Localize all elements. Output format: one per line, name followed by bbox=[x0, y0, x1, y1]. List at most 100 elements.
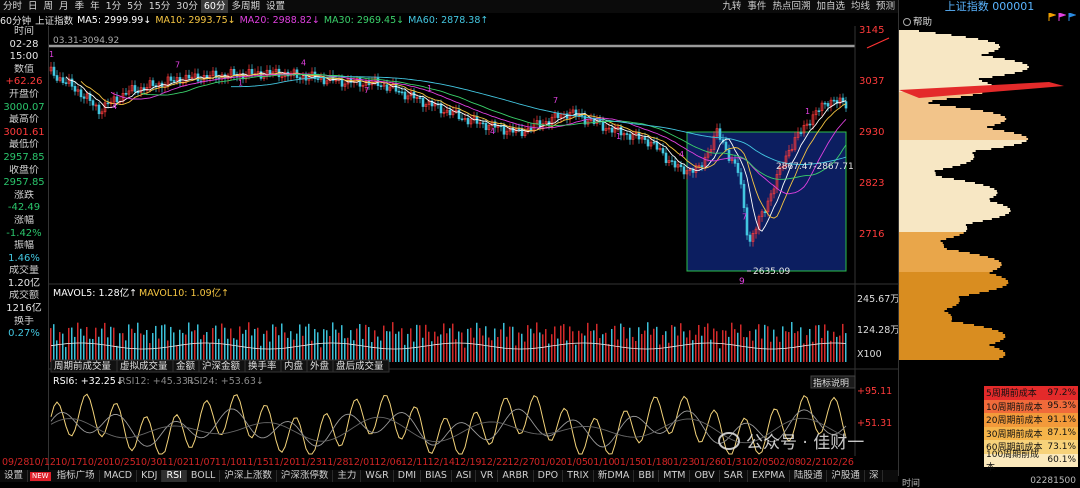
cost-row[interactable]: 30周期前成本 87.1% bbox=[984, 426, 1078, 440]
indicator-tab[interactable]: OBV bbox=[690, 470, 720, 482]
indicator-tab[interactable]: EXPMA bbox=[748, 470, 790, 482]
period-tab-5m[interactable]: 5分 bbox=[124, 0, 146, 13]
indicator-help-label[interactable]: 指标说明 bbox=[813, 377, 849, 389]
indicator-tab[interactable]: ARBR bbox=[498, 470, 534, 482]
chip-bar bbox=[899, 264, 1002, 266]
chip-bar bbox=[899, 124, 995, 126]
ma30-label[interactable]: MA30: 2969.45↓ bbox=[324, 15, 404, 26]
period-tab-multi[interactable]: 多周期 bbox=[228, 0, 263, 13]
period-tab-settings[interactable]: 设置 bbox=[263, 0, 288, 13]
volume-bar bbox=[668, 342, 670, 362]
indicator-tab[interactable]: 陆股通 bbox=[790, 470, 828, 482]
date-tick: 10/30 bbox=[135, 457, 163, 468]
indicator-tab[interactable]: 深 bbox=[865, 470, 884, 482]
cost-row[interactable]: 100周期前成本 60.1% bbox=[984, 450, 1078, 473]
volume-bar bbox=[281, 323, 283, 362]
chip-bar bbox=[899, 72, 1015, 74]
quote-info-panel: 时间 02-28 15:00 数值 +62.26 开盘价 3000.07 最高价… bbox=[0, 26, 49, 481]
chip-bar bbox=[899, 214, 1006, 216]
volume-bar bbox=[470, 327, 472, 362]
chip-bar bbox=[899, 102, 929, 104]
period-tab-year[interactable]: 年 bbox=[87, 0, 103, 13]
cost-row[interactable]: 10周期前成本 95.3% bbox=[984, 399, 1078, 413]
chip-bar bbox=[899, 210, 1011, 212]
period-tab-15m[interactable]: 15分 bbox=[146, 0, 174, 13]
indicator-tab[interactable]: W&R bbox=[361, 470, 394, 482]
ma20-label[interactable]: MA20: 2988.82↓ bbox=[240, 15, 320, 26]
flag-icon-2[interactable] bbox=[1058, 13, 1066, 21]
chip-bar bbox=[899, 326, 984, 328]
indicator-tab[interactable]: ASI bbox=[452, 470, 477, 482]
flag-icon-3[interactable] bbox=[1068, 13, 1076, 21]
help-link[interactable]: 帮助 bbox=[899, 14, 932, 28]
volume-bar bbox=[248, 322, 250, 362]
volume-tab-label[interactable]: 内盘 bbox=[284, 360, 304, 372]
volume-tab-label[interactable]: 换手率 bbox=[248, 360, 277, 372]
volume-bar bbox=[137, 322, 139, 362]
volume-tab-label[interactable]: 周期前成交量 bbox=[54, 360, 112, 372]
chip-bar bbox=[899, 270, 993, 272]
volume-tab-label[interactable]: 虚拟成交量 bbox=[120, 360, 168, 372]
indicator-tab[interactable]: BBI bbox=[634, 470, 660, 482]
cost-row[interactable]: 20周期前成本 91.1% bbox=[984, 413, 1078, 427]
ma5-label[interactable]: MA5: 2999.99↓ bbox=[77, 15, 151, 26]
indicator-tab[interactable]: VR bbox=[476, 470, 499, 482]
hotspot-button[interactable]: 热点回溯 bbox=[769, 0, 813, 13]
volume-tab-label[interactable]: 外盘 bbox=[310, 360, 330, 372]
volume-bar bbox=[164, 324, 166, 362]
period-tab-fenshi[interactable]: 分时 bbox=[0, 0, 25, 13]
chip-bar bbox=[899, 156, 975, 158]
indicator-tab[interactable]: BIAS bbox=[421, 470, 452, 482]
indicator-tab[interactable]: DPO bbox=[534, 470, 564, 482]
indicator-tab[interactable]: 新DMA bbox=[594, 470, 635, 482]
jiuzhuan-button[interactable]: 九转 bbox=[719, 0, 744, 13]
indicator-tab[interactable]: RSI bbox=[162, 470, 187, 482]
low-value: 2957.85 bbox=[3, 151, 45, 163]
indicator-settings-tab[interactable]: 设置 bbox=[0, 470, 29, 482]
td-number: 4 bbox=[112, 102, 117, 111]
volume-tab-label[interactable]: 盘后成交量 bbox=[336, 360, 384, 372]
period-tab-60m[interactable]: 60分 bbox=[200, 0, 229, 13]
indicator-tab-strip: 设置 NEW 指标广场 MACD KDJ RSI BOLL 沪深上涨数 沪深涨停数 主力 W&R… bbox=[0, 470, 898, 482]
period-tab-day[interactable]: 日 bbox=[25, 0, 41, 13]
indicator-tab[interactable]: DMI bbox=[394, 470, 422, 482]
period-tab-30m[interactable]: 30分 bbox=[173, 0, 201, 13]
ma-button[interactable]: 均线 bbox=[848, 0, 873, 13]
flag-icon-1[interactable] bbox=[1048, 13, 1056, 21]
period-tab-1m[interactable]: 1分 bbox=[103, 0, 125, 13]
indicator-tab[interactable]: 沪股通 bbox=[827, 470, 865, 482]
indicator-tab[interactable]: 指标广场 bbox=[53, 470, 100, 482]
cost-row-value: 95.3% bbox=[1047, 401, 1076, 412]
chart-area[interactable]: 03.31-3094.92 3145 3037 2930 2823 2716 1 4 7 1 4… bbox=[49, 26, 898, 456]
ma10-label[interactable]: MA10: 2993.75↓ bbox=[155, 15, 235, 26]
cost-row-value: 97.2% bbox=[1047, 387, 1076, 398]
indicator-items: 指标广场 MACD KDJ RSI BOLL 沪深上涨数 沪深涨停数 主力 W&R DMI BIAS… bbox=[53, 470, 884, 482]
period-tab-week[interactable]: 周 bbox=[41, 0, 57, 13]
period-tab-month[interactable]: 月 bbox=[56, 0, 72, 13]
volume-tab-label[interactable]: 金额 bbox=[176, 360, 196, 372]
candle-body bbox=[799, 132, 803, 134]
indicator-tab[interactable]: TRIX bbox=[563, 470, 594, 482]
indicator-tab[interactable]: 主力 bbox=[333, 470, 362, 482]
cost-row[interactable]: 5周期前成本 97.2% bbox=[984, 386, 1078, 400]
volume-bar bbox=[800, 327, 802, 362]
volume-bar bbox=[737, 332, 739, 362]
mavol5-label: MAVOL5: 1.28亿↑ bbox=[53, 287, 137, 299]
forecast-button[interactable]: 预测 bbox=[873, 0, 898, 13]
ma60-label[interactable]: MA60: 2878.38↑ bbox=[408, 15, 488, 26]
volume-bar bbox=[185, 334, 187, 362]
events-button[interactable]: 事件 bbox=[744, 0, 769, 13]
indicator-tab[interactable]: MTM bbox=[659, 470, 691, 482]
indicator-tab[interactable]: MACD bbox=[100, 470, 138, 482]
volume-tab-label[interactable]: 沪深金额 bbox=[202, 360, 241, 372]
indicator-tab[interactable]: BOLL bbox=[187, 470, 221, 482]
indicator-tab[interactable]: 沪深涨停数 bbox=[277, 470, 334, 482]
indicator-tab[interactable]: SAR bbox=[720, 470, 748, 482]
period-tab-quarter[interactable]: 季 bbox=[72, 0, 88, 13]
date-tick: 01/02 bbox=[534, 457, 562, 468]
add-watchlist-button[interactable]: 加自选 bbox=[813, 0, 848, 13]
volume-bar bbox=[650, 334, 652, 362]
indicator-tab[interactable]: KDJ bbox=[137, 470, 163, 482]
volume-bar bbox=[632, 336, 634, 362]
indicator-tab[interactable]: 沪深上涨数 bbox=[220, 470, 277, 482]
